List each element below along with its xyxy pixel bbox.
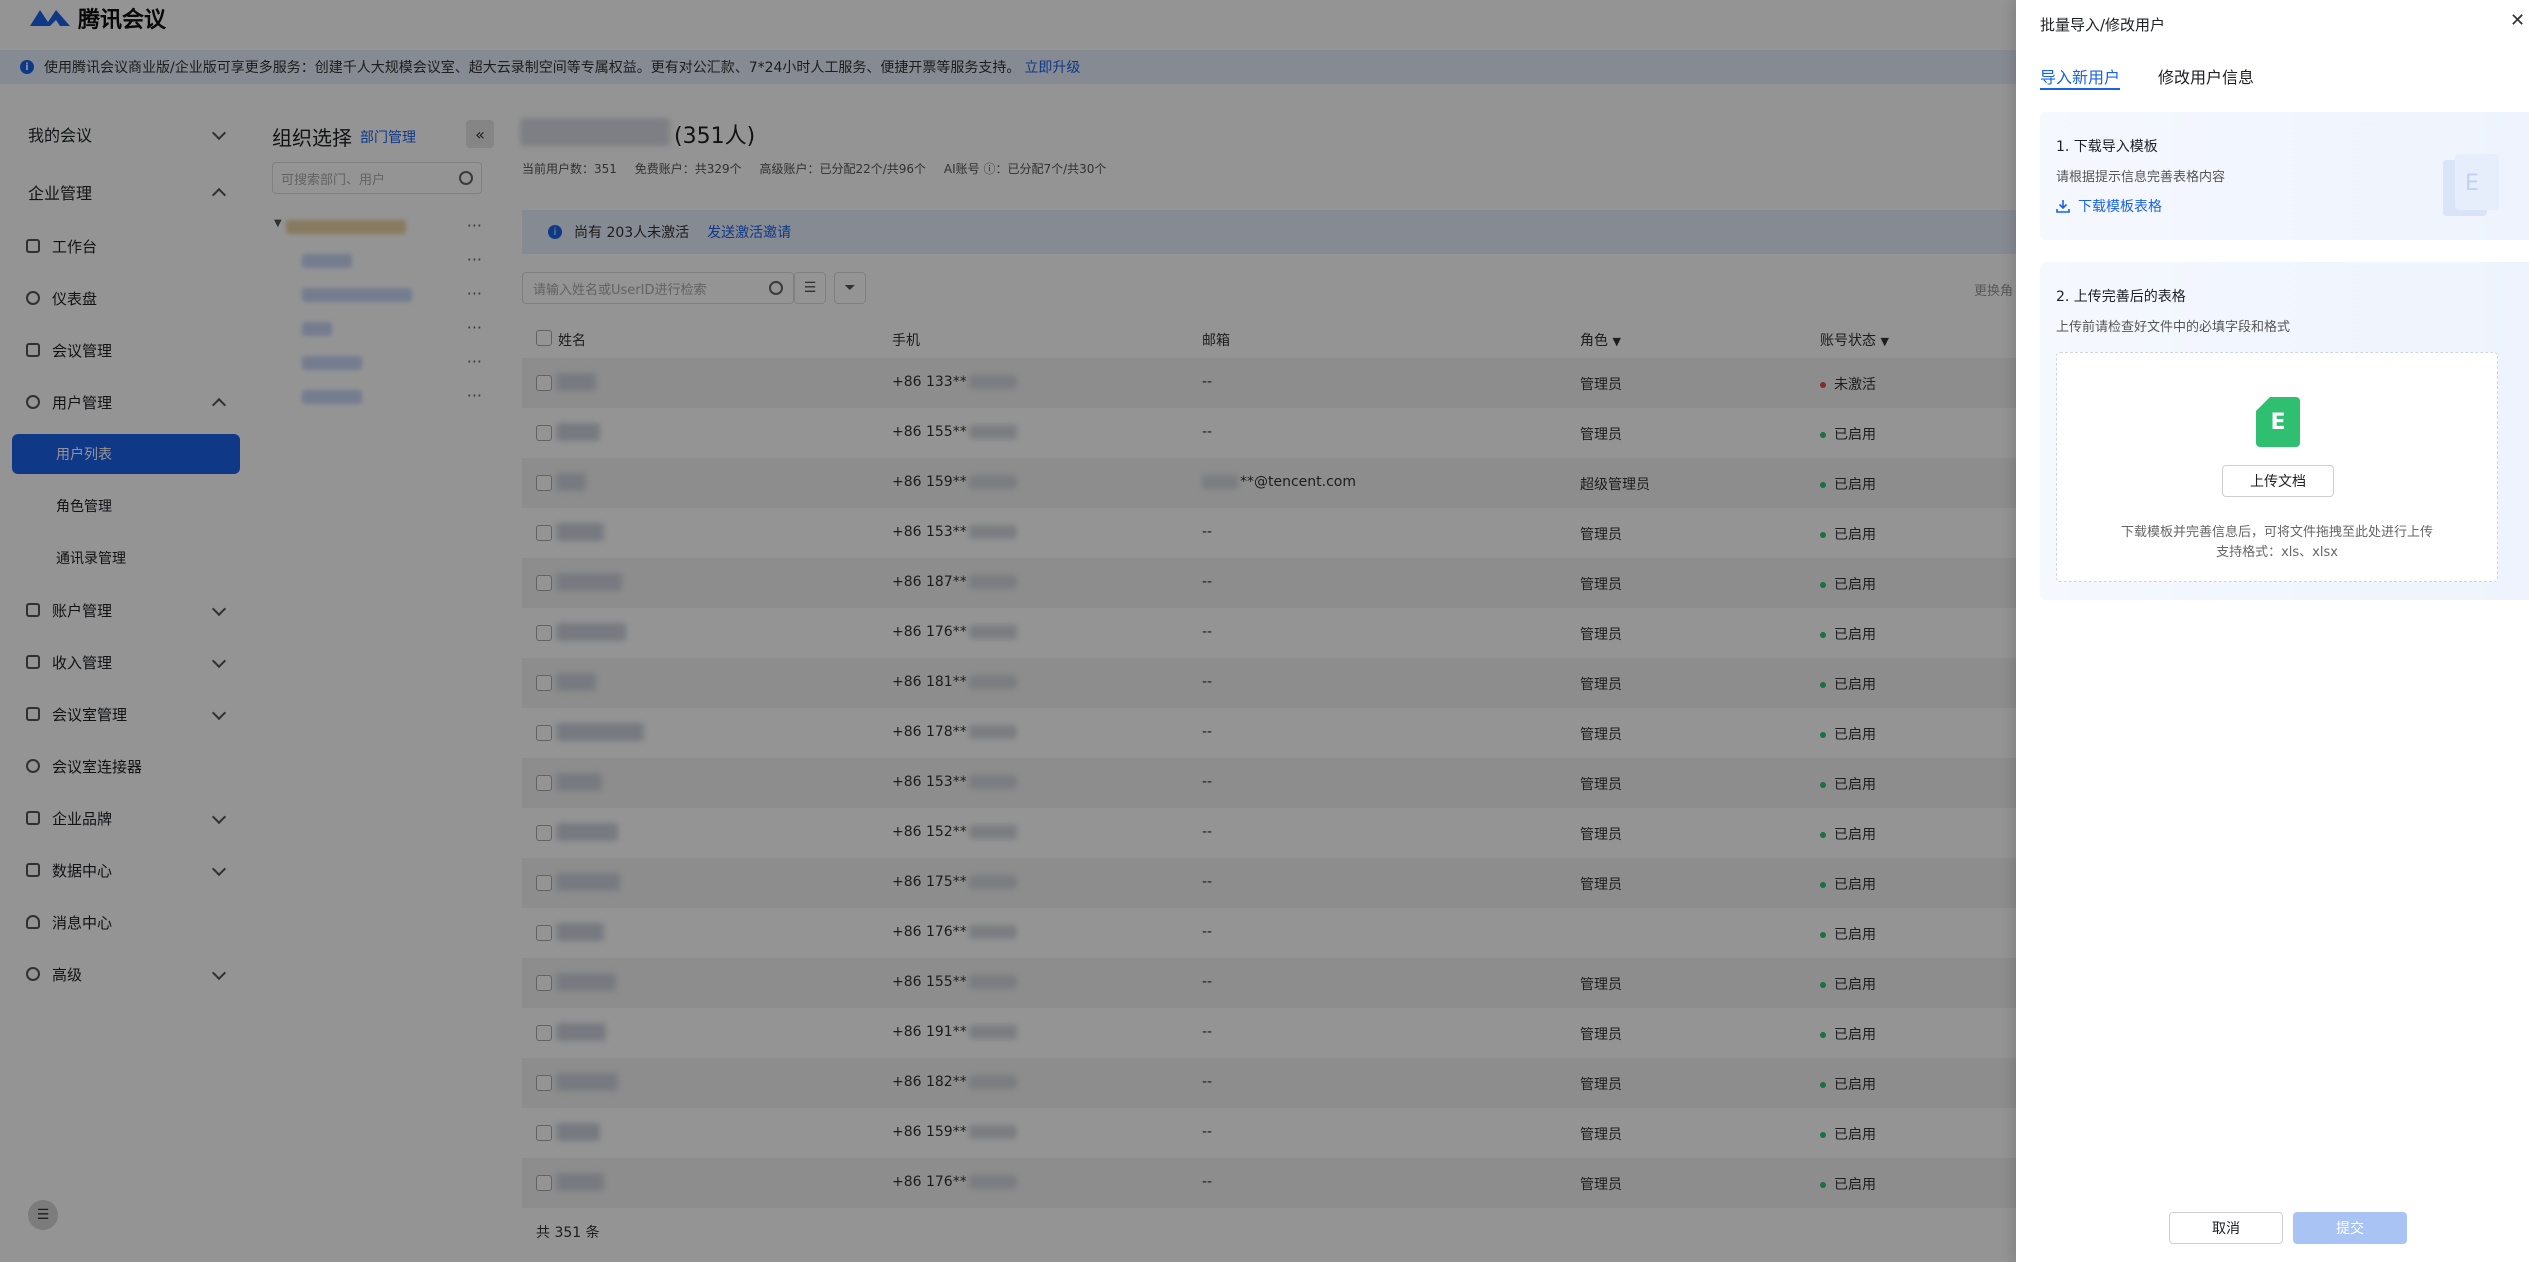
cancel-button[interactable]: 取消 (2169, 1212, 2283, 1244)
step2-card: 2. 上传完善后的表格 上传前请检查好文件中的必填字段和格式 E 上传文档 下载… (2040, 262, 2529, 600)
svg-text:E: E (2465, 171, 2479, 196)
close-icon[interactable]: ✕ (2510, 10, 2525, 31)
excel-file-icon: E (2256, 397, 2300, 447)
batch-import-drawer: 批量导入/修改用户 ✕ 导入新用户 修改用户信息 1. 下载导入模板 请根据提示… (2016, 0, 2529, 1262)
tab-import-new-users[interactable]: 导入新用户 (2040, 64, 2121, 90)
download-icon (2056, 200, 2070, 213)
drop-hint: 下载模板并完善信息后，可将文件拖拽至此处进行上传 (2120, 525, 2433, 540)
file-drop-zone[interactable]: E 上传文档 下载模板并完善信息后，可将文件拖拽至此处进行上传 支持格式：xls… (2056, 352, 2498, 582)
step1-title: 1. 下载导入模板 (2056, 139, 2158, 155)
document-decoration-icon: E (2443, 154, 2499, 216)
step1-card: 1. 下载导入模板 请根据提示信息完善表格内容 下载模板表格 E (2040, 112, 2529, 240)
submit-button[interactable]: 提交 (2293, 1212, 2407, 1244)
file-fold (2256, 397, 2270, 411)
step1-desc: 请根据提示信息完善表格内容 (2056, 170, 2226, 185)
drawer-title: 批量导入/修改用户 (2040, 16, 2166, 34)
download-template-link[interactable]: 下载模板表格 (2056, 196, 2162, 216)
step2-title: 2. 上传完善后的表格 (2056, 289, 2186, 305)
download-template-label: 下载模板表格 (2078, 199, 2162, 215)
modal-overlay[interactable] (0, 0, 2016, 1262)
tab-modify-user-info[interactable]: 修改用户信息 (2158, 64, 2254, 90)
supported-formats: 支持格式：xls、xlsx (2216, 545, 2338, 560)
step2-desc: 上传前请检查好文件中的必填字段和格式 (2056, 320, 2291, 335)
upload-document-button[interactable]: 上传文档 (2222, 465, 2334, 497)
